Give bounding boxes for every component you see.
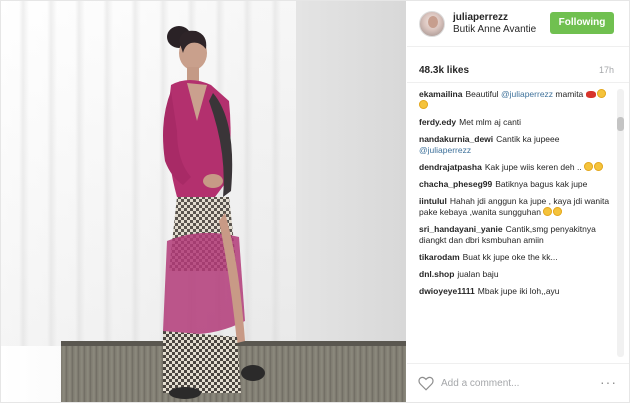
comment-username[interactable]: nandakurnia_dewi bbox=[419, 134, 493, 144]
lips-emoji-icon bbox=[585, 91, 596, 98]
comment-text: Kak jupe wiis keren deh .. bbox=[484, 162, 582, 172]
smile-emoji-icon bbox=[543, 207, 553, 216]
username-link[interactable]: juliaperrezz bbox=[453, 12, 508, 23]
comment-footer: ··· bbox=[407, 363, 629, 402]
comment-text: Buat kk jupe oke the kk... bbox=[462, 252, 558, 262]
comment-text: jualan baju bbox=[457, 269, 499, 279]
comment-text: mamita bbox=[555, 89, 584, 99]
comment-text: Cantik ka jupeee bbox=[496, 134, 560, 144]
comment-username[interactable]: dendrajatpasha bbox=[419, 162, 482, 172]
likes-row: 48.3k likes 17h bbox=[407, 47, 629, 83]
comment-item: iintulul Hahah jdi anggun ka jupe , kaya … bbox=[419, 196, 613, 218]
comment-item: ferdy.edy Met mlm aj canti bbox=[419, 117, 613, 128]
smile-emoji-icon bbox=[553, 207, 563, 216]
comment-text: Batiknya bagus kak jupe bbox=[495, 179, 588, 189]
scrollbar-thumb[interactable] bbox=[617, 117, 624, 131]
comments-scrollbar[interactable] bbox=[617, 89, 624, 357]
comment-item: chacha_pheseg99 Batiknya bagus kak jupe bbox=[419, 179, 613, 190]
comment-username[interactable]: chacha_pheseg99 bbox=[419, 179, 492, 189]
comment-item: ekamailina Beautiful @juliaperrezz mamita bbox=[419, 89, 613, 111]
comment-text: Met mlm aj canti bbox=[459, 117, 522, 127]
comment-text: Hahah jdi anggun ka jupe , kaya jdi wani… bbox=[419, 196, 610, 217]
avatar[interactable] bbox=[419, 11, 445, 37]
post-photo[interactable] bbox=[1, 1, 406, 402]
comment-text: Mbak jupe iki loh,,ayu bbox=[477, 286, 560, 296]
heart-eyes-emoji-icon bbox=[594, 162, 604, 171]
following-button[interactable]: Following bbox=[550, 12, 614, 34]
comment-mention-link[interactable]: @juliaperrezz bbox=[501, 89, 553, 99]
post-time[interactable]: 17h bbox=[599, 65, 614, 75]
comment-username[interactable]: dnl.shop bbox=[419, 269, 454, 279]
more-options-icon[interactable]: ··· bbox=[600, 374, 617, 390]
likes-count[interactable]: 48.3k likes bbox=[419, 65, 469, 76]
smile-emoji-icon bbox=[419, 100, 428, 109]
woman-in-kebaya-figure bbox=[163, 26, 265, 399]
comment-item: sri_handayani_yanie Cantik,smg penyakitny… bbox=[419, 224, 613, 246]
comment-mention-link[interactable]: @juliaperrezz bbox=[419, 145, 471, 155]
comment-username[interactable]: ekamailina bbox=[419, 89, 462, 99]
comment-item: dwioyeye1111 Mbak jupe iki loh,,ayu bbox=[419, 286, 613, 297]
heart-icon[interactable] bbox=[417, 374, 435, 392]
sad-emoji-icon bbox=[584, 162, 594, 171]
comment-text: Beautiful bbox=[465, 89, 499, 99]
comment-username[interactable]: tikarodam bbox=[419, 252, 460, 262]
comment-username[interactable]: ferdy.edy bbox=[419, 117, 456, 127]
comment-item: tikarodam Buat kk jupe oke the kk... bbox=[419, 252, 613, 263]
comments-list: ekamailina Beautiful @juliaperrezz mamita… bbox=[419, 89, 613, 357]
comment-username[interactable]: sri_handayani_yanie bbox=[419, 224, 503, 234]
add-comment-input[interactable] bbox=[441, 375, 581, 391]
post-header: juliaperrezz Butik Anne Avantie Followin… bbox=[407, 1, 629, 47]
comment-username[interactable]: iintulul bbox=[419, 196, 447, 206]
comment-username[interactable]: dwioyeye1111 bbox=[419, 286, 475, 296]
location-link[interactable]: Butik Anne Avantie bbox=[453, 24, 536, 35]
comment-item: dendrajatpasha Kak jupe wiis keren deh .. bbox=[419, 162, 613, 173]
heart-eyes-emoji-icon bbox=[596, 89, 606, 98]
comment-item: dnl.shop jualan baju bbox=[419, 269, 613, 280]
post-sidebar: juliaperrezz Butik Anne Avantie Followin… bbox=[407, 1, 629, 402]
comment-item: nandakurnia_dewi Cantik ka jupeee @juliap… bbox=[419, 134, 613, 156]
